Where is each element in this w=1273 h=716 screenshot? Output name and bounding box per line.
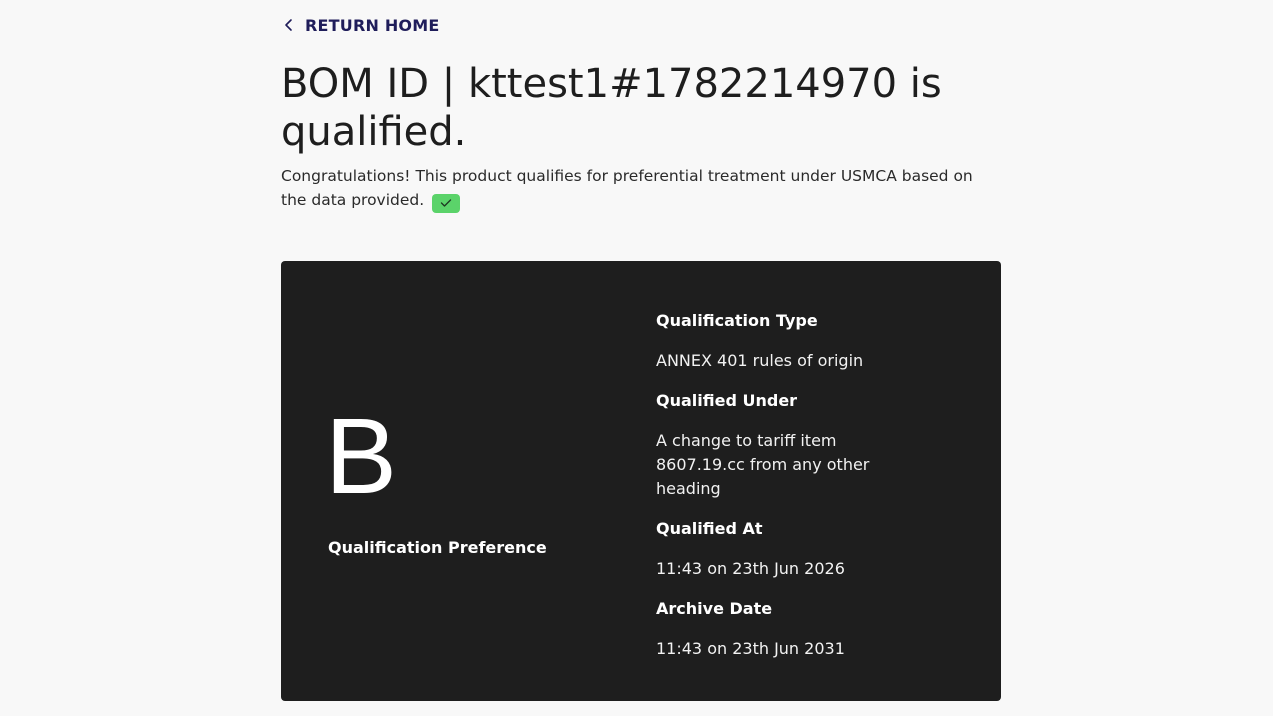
qualification-message: Congratulations! This product qualifies … xyxy=(281,164,1001,213)
detail-value-archive-date: 11:43 on 23th Jun 2031 xyxy=(656,639,845,658)
page-title: BOM ID | kttest1#1782214970 is qualified… xyxy=(281,61,942,155)
qualification-preference-label: Qualification Preference xyxy=(328,538,547,557)
checkmark-icon xyxy=(432,193,461,213)
detail-label-qualified-under: Qualified Under xyxy=(656,391,798,410)
detail-value-qualified-at: 11:43 on 23th Jun 2026 xyxy=(656,559,845,578)
detail-label-archive-date: Archive Date xyxy=(656,599,773,618)
return-home-link[interactable]: RETURN HOME xyxy=(281,13,439,37)
qualification-card: B Qualification Preference Qualification… xyxy=(281,261,1001,701)
chevron-left-icon xyxy=(281,17,297,33)
detail-label-qualified-at: Qualified At xyxy=(656,519,763,538)
qualification-grade: B xyxy=(325,395,398,516)
qualification-details: Qualification Type ANNEX 401 rules of or… xyxy=(656,309,956,677)
qualification-message-text: Congratulations! This product qualifies … xyxy=(281,167,973,209)
detail-value-qualification-type: ANNEX 401 rules of origin xyxy=(656,351,864,370)
detail-value-qualified-under: A change to tariff item 8607.19.cc from … xyxy=(656,431,870,498)
return-home-label: RETURN HOME xyxy=(305,15,440,35)
detail-label-qualification-type: Qualification Type xyxy=(656,311,818,330)
